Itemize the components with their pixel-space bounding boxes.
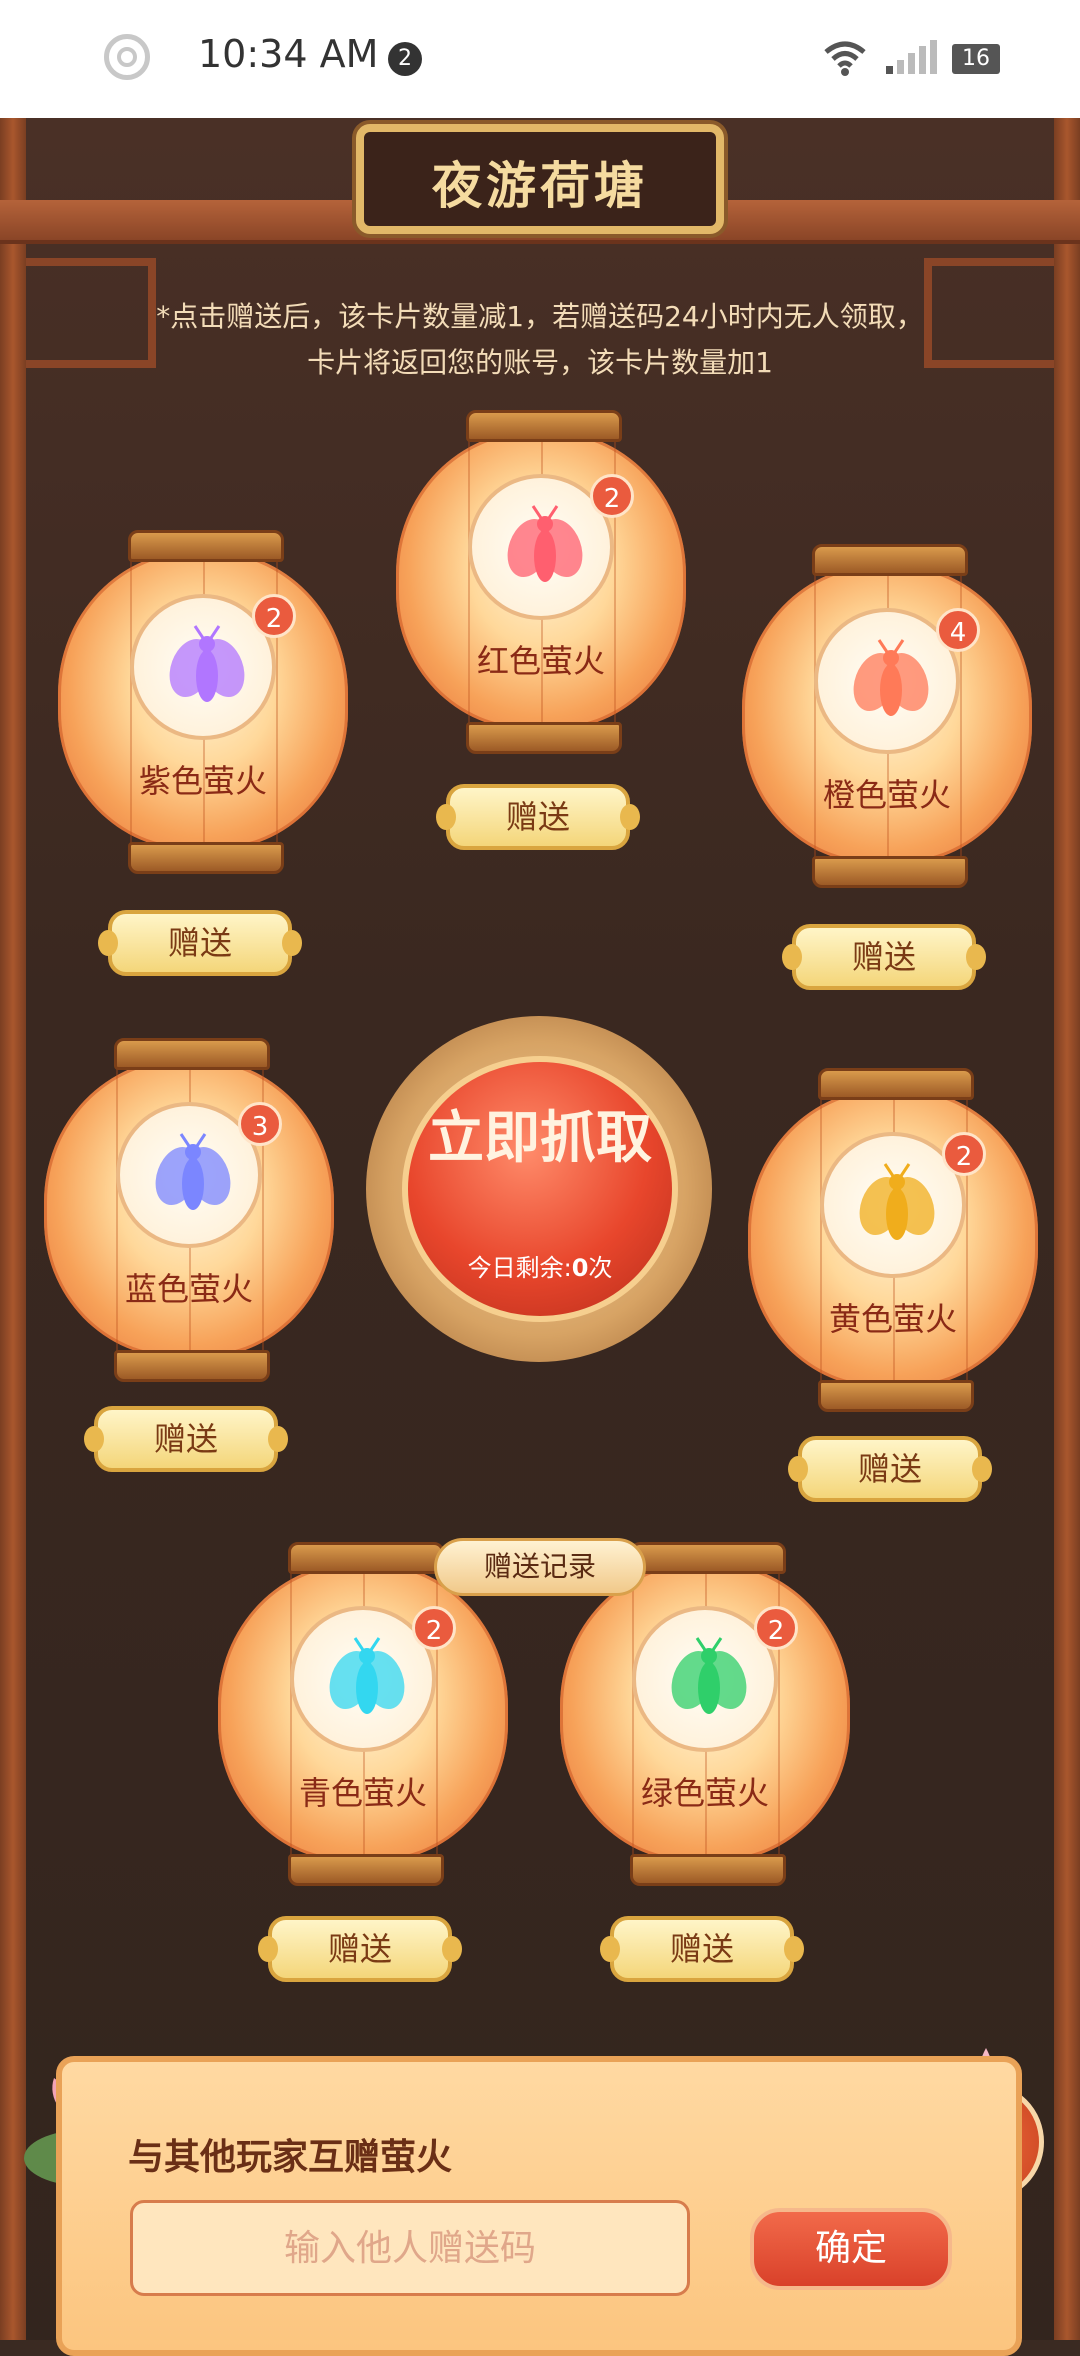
lantern-rib [130,550,132,850]
confirm-button[interactable]: 确定 [750,2208,952,2290]
count-badge: 2 [252,594,296,638]
left-pillar [0,118,26,2340]
lantern-cap [466,410,622,442]
battery-icon: 16 [952,44,1000,74]
status-time: 10:34 AM [198,32,379,76]
firefly-icon [169,625,245,702]
gift-button[interactable]: 赠送 [258,1916,462,1982]
gift-button[interactable]: 赠送 [782,924,986,990]
gift-button[interactable]: 赠送 [788,1436,992,1502]
lantern-bottom [466,722,622,754]
lantern-cap [630,1542,786,1574]
page-title: 夜游荷塘 [432,156,648,215]
firefly-icon [671,1637,747,1714]
firefly-name: 紫色萤火 [138,762,267,800]
lantern-bottom [128,842,284,874]
firefly-icon [329,1637,405,1714]
recording-icon [104,34,150,80]
firefly-name: 橙色萤火 [822,776,951,814]
grab-button[interactable]: 立即抓取 今日剩余:0次 [402,1056,678,1322]
count-badge: 4 [936,608,980,652]
status-bar: 10:34 AM 2 16 [0,0,1080,118]
grab-remaining: 今日剩余:0次 [467,1254,613,1282]
lantern-bottom [812,856,968,888]
gift-button[interactable]: 赠送 [436,784,640,850]
lantern-bottom [818,1380,974,1412]
lantern-bottom [114,1350,270,1382]
lantern-cap [128,530,284,562]
gift-record-button[interactable]: 赠送记录 [434,1538,646,1596]
lantern-rib [468,430,470,730]
lantern-bottom [288,1854,444,1886]
firefly-name: 绿色萤火 [640,1774,769,1812]
exchange-panel: 与其他玩家互赠萤火 确定 [56,2056,1022,2356]
signal-icon [886,40,937,74]
firefly-icon [155,1133,231,1210]
firefly-icon [507,505,583,582]
window-lattice-left [26,258,156,368]
firefly-icon [859,1163,935,1240]
gift-notice: *点击赠送后，该卡片数量减1，若赠送码24小时内无人领取，卡片将返回您的账号，该… [156,300,924,379]
lantern-cap [812,544,968,576]
firefly-name: 蓝色萤火 [124,1270,253,1308]
count-badge: 2 [412,1606,456,1650]
wifi-icon [824,41,866,76]
gift-button[interactable]: 赠送 [600,1916,804,1982]
count-badge: 2 [942,1132,986,1176]
lantern-rib [632,1562,634,1862]
lantern-bottom [630,1854,786,1886]
count-badge: 2 [754,1606,798,1650]
title-plaque: 夜游荷塘 [356,124,724,234]
exchange-title: 与其他玩家互赠萤火 [128,2137,453,2178]
firefly-name: 红色萤火 [476,642,605,680]
firefly-name: 黄色萤火 [828,1300,957,1338]
firefly-name: 青色萤火 [298,1774,427,1812]
lantern-cap [288,1542,444,1574]
count-badge: 2 [590,474,634,518]
grab-title: 立即抓取 [428,1105,652,1171]
lantern-rib [820,1088,822,1388]
lantern-rib [814,564,816,864]
lantern-cap [818,1068,974,1100]
count-badge: 3 [238,1102,282,1146]
notification-badge: 2 [388,42,422,76]
right-pillar [1054,118,1080,2340]
lantern-rib [116,1058,118,1358]
gift-button[interactable]: 赠送 [84,1406,288,1472]
gift-code-input[interactable] [130,2200,690,2296]
window-lattice-right [924,258,1054,368]
gift-button[interactable]: 赠送 [98,910,302,976]
firefly-icon [853,639,929,716]
lantern-rib [290,1562,292,1862]
activity-page: 夜游荷塘 *点击赠送后，该卡片数量减1，若赠送码24小时内无人领取，卡片将返回您… [0,118,1080,2340]
lantern-cap [114,1038,270,1070]
